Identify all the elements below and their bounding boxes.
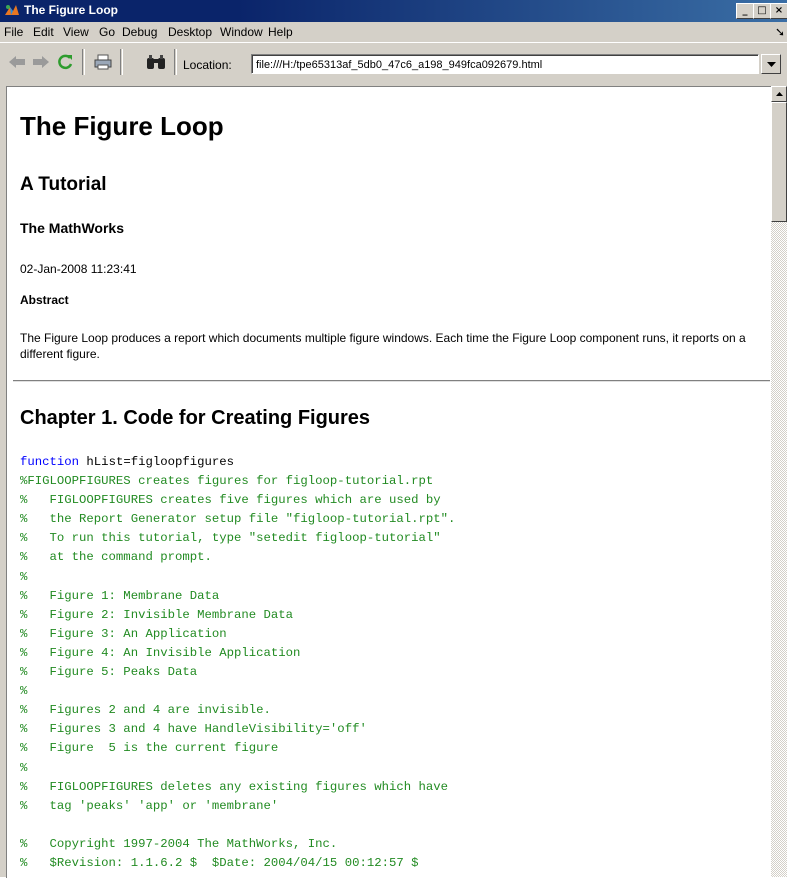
code-comment-line: % bbox=[20, 760, 28, 775]
menu-desktop[interactable]: Desktop bbox=[168, 25, 212, 39]
minimize-button[interactable]: _ bbox=[736, 3, 754, 19]
code-comment-line: % Figure 5: Peaks Data bbox=[20, 665, 198, 680]
menu-help[interactable]: Help bbox=[268, 25, 293, 39]
toolbar-separator bbox=[120, 49, 123, 75]
abstract-heading: Abstract bbox=[20, 293, 69, 307]
document-subtitle: A Tutorial bbox=[20, 174, 107, 195]
title-bar[interactable]: The Figure Loop _ □ × bbox=[0, 0, 787, 22]
code-comment-line: % at the command prompt. bbox=[20, 550, 212, 565]
scroll-up-button[interactable] bbox=[771, 86, 787, 102]
code-keyword: function bbox=[20, 455, 80, 469]
horizontal-rule bbox=[13, 380, 770, 382]
arrow-up-icon bbox=[775, 92, 783, 96]
code-comment-line: % Figure 3: An Application bbox=[20, 626, 227, 641]
code-comment-line: %FIGLOOPFIGURES creates figures for figl… bbox=[20, 474, 434, 489]
abstract-text: The Figure Loop produces a report which … bbox=[20, 331, 746, 361]
code-comment-line: % $Revision: 1.1.6.2 $ $Date: 2004/04/15… bbox=[20, 855, 419, 870]
back-arrow-icon bbox=[9, 56, 25, 68]
window-title: The Figure Loop bbox=[24, 3, 118, 17]
back-button[interactable] bbox=[6, 51, 28, 73]
code-comment-line: % Figures 3 and 4 have HandleVisibility=… bbox=[20, 722, 367, 737]
maximize-button[interactable]: □ bbox=[753, 3, 771, 19]
forward-arrow-icon bbox=[33, 56, 49, 68]
code-comment-line: % bbox=[20, 684, 28, 699]
code-comment-line: % FIGLOOPFIGURES deletes any existing fi… bbox=[20, 779, 449, 794]
find-button[interactable] bbox=[145, 51, 167, 73]
menu-view[interactable]: View bbox=[63, 25, 89, 39]
chapter-title: Chapter 1. Code for Creating Figures bbox=[20, 407, 371, 429]
menu-bar: File Edit View Go Debug Desktop Window H… bbox=[0, 22, 787, 42]
close-button[interactable]: × bbox=[770, 3, 787, 19]
undock-arrow-icon[interactable]: ➘ bbox=[775, 25, 785, 39]
browser-window: The Figure Loop _ □ × File Edit View Go … bbox=[0, 0, 787, 878]
refresh-icon bbox=[58, 54, 73, 70]
document-author: The MathWorks bbox=[20, 220, 124, 236]
code-comment-line: % Figure 5 is the current figure bbox=[20, 741, 279, 756]
code-comment-line: % tag 'peaks' 'app' or 'membrane' bbox=[20, 798, 279, 813]
menu-debug[interactable]: Debug bbox=[122, 25, 157, 39]
code-comment-line: % To run this tutorial, type "setedit fi… bbox=[20, 531, 441, 546]
vertical-scrollbar[interactable] bbox=[771, 86, 787, 877]
menu-window[interactable]: Window bbox=[220, 25, 263, 39]
document-title: The Figure Loop bbox=[20, 111, 224, 141]
print-button[interactable] bbox=[92, 51, 114, 73]
code-comment-line: % the Report Generator setup file "figlo… bbox=[20, 512, 456, 527]
menu-go[interactable]: Go bbox=[99, 25, 115, 39]
code-signature: hList=figloopfigures bbox=[79, 455, 235, 469]
toolbar: Location: file:///H:/tpe65313af_5db0_47c… bbox=[0, 42, 787, 87]
location-input[interactable]: file:///H:/tpe65313af_5db0_47c6_a198_949… bbox=[251, 54, 759, 74]
location-label: Location: bbox=[183, 58, 232, 72]
html-content-view[interactable]: The Figure Loop A Tutorial The MathWorks… bbox=[6, 86, 772, 878]
menu-file[interactable]: File bbox=[4, 25, 23, 39]
chevron-down-icon bbox=[766, 61, 776, 67]
printer-icon bbox=[94, 54, 112, 70]
code-comment-line: % Copyright 1997-2004 The MathWorks, Inc… bbox=[20, 836, 338, 851]
code-comment-line: % Figure 4: An Invisible Application bbox=[20, 645, 301, 660]
binoculars-icon bbox=[147, 55, 165, 69]
code-block: function hList=figloopfigures %FIGLOOPFI… bbox=[20, 453, 455, 873]
scrollbar-thumb[interactable] bbox=[771, 102, 787, 222]
location-dropdown-button[interactable] bbox=[761, 54, 781, 74]
menu-edit[interactable]: Edit bbox=[33, 25, 54, 39]
code-comment-line: % Figures 2 and 4 are invisible. bbox=[20, 703, 271, 718]
forward-button[interactable] bbox=[30, 51, 52, 73]
document-date: 02-Jan-2008 11:23:41 bbox=[20, 262, 137, 276]
code-comment-line: % FIGLOOPFIGURES creates five figures wh… bbox=[20, 493, 441, 508]
code-comment-line: % Figure 2: Invisible Membrane Data bbox=[20, 607, 294, 622]
code-comment-line: % bbox=[20, 569, 28, 584]
matlab-logo-icon bbox=[5, 5, 19, 15]
toolbar-separator bbox=[82, 49, 85, 75]
toolbar-separator bbox=[174, 49, 177, 75]
refresh-button[interactable] bbox=[54, 51, 76, 73]
code-comment-line: % Figure 1: Membrane Data bbox=[20, 588, 220, 603]
